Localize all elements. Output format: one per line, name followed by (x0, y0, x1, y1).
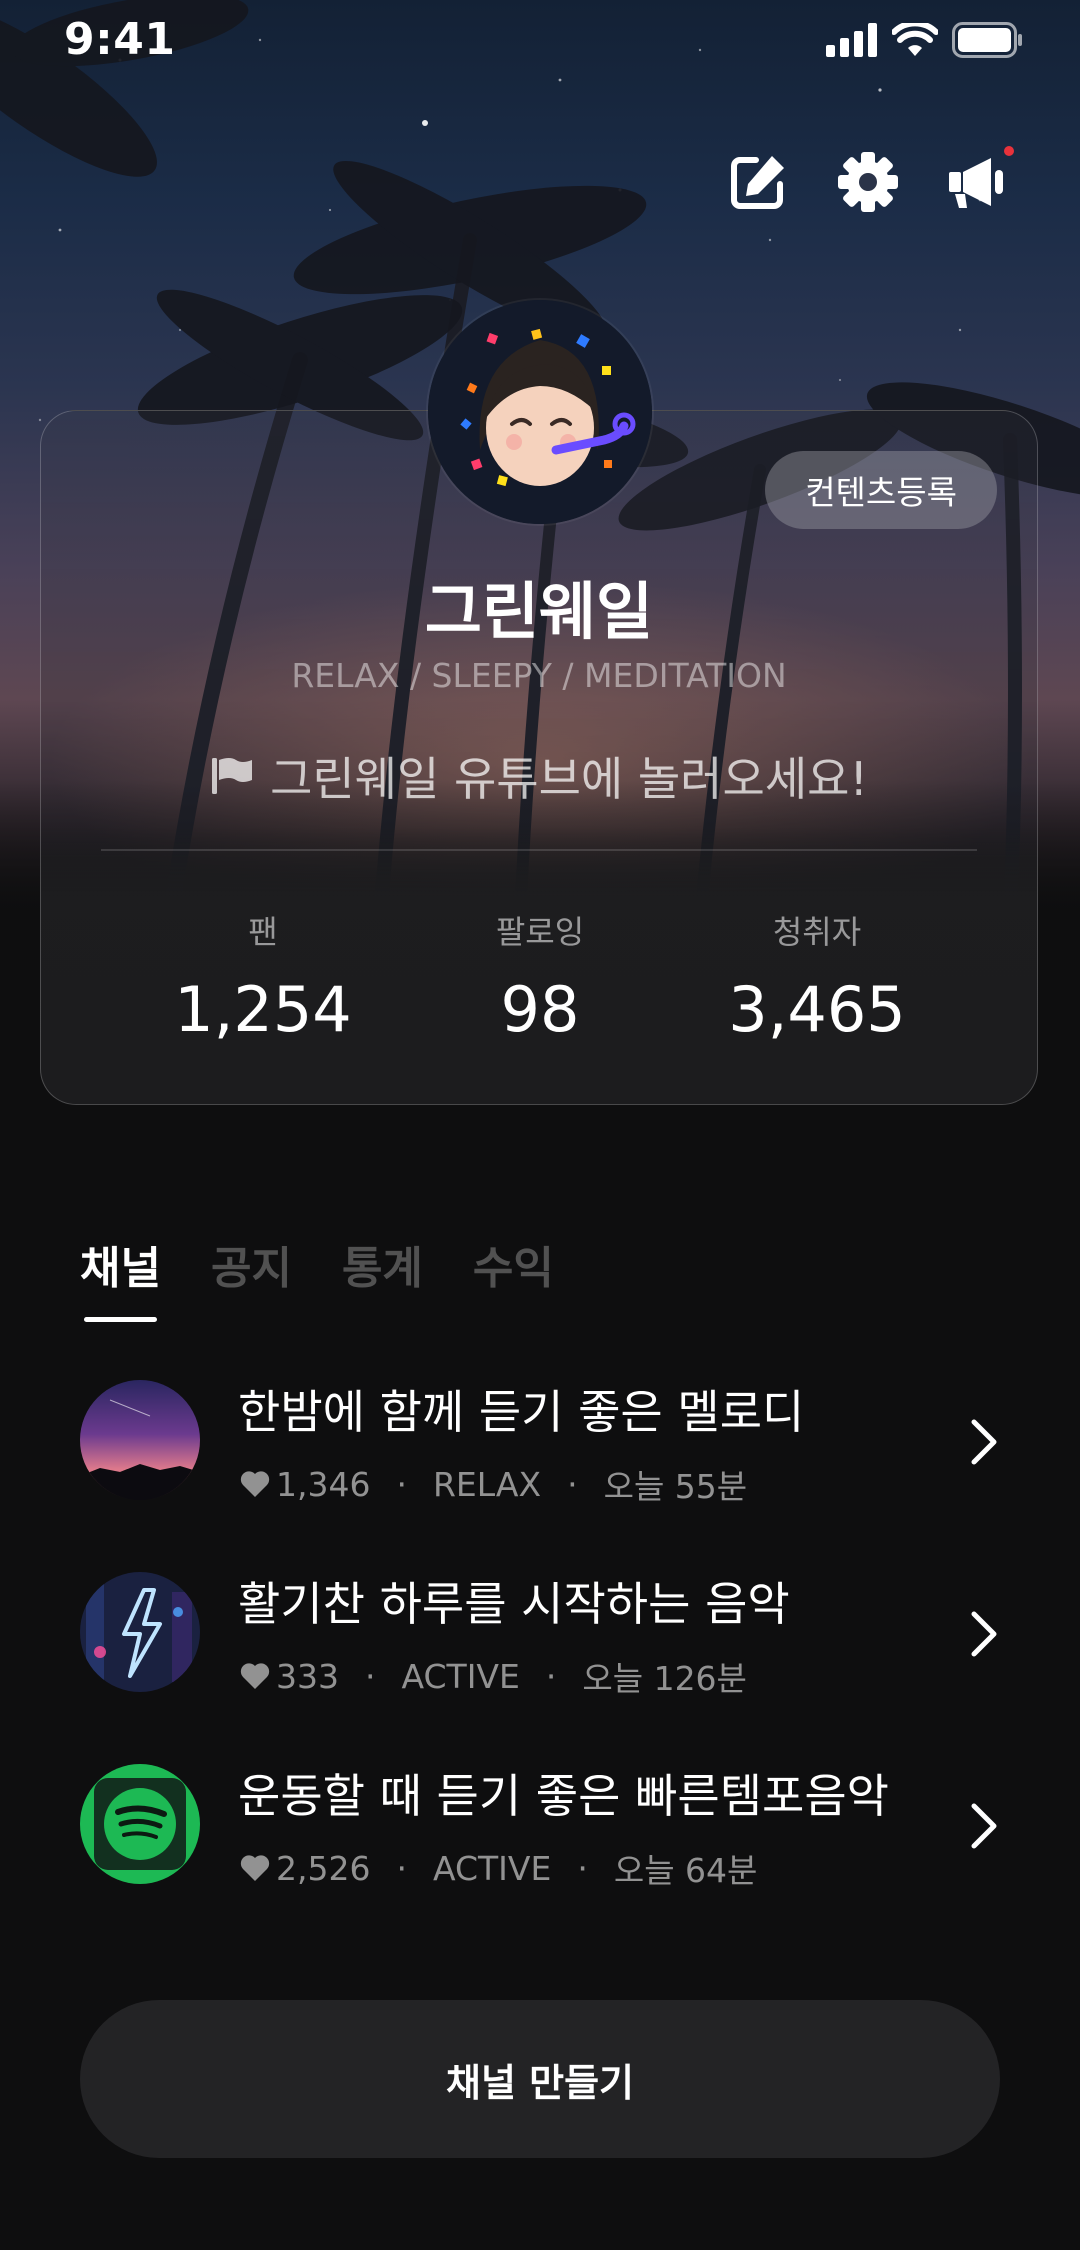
profile-name: 그린웨일 (424, 575, 654, 648)
stat-following[interactable]: 팔로잉 98 (390, 907, 690, 1046)
gear-icon (838, 152, 898, 212)
heart-icon (240, 1855, 270, 1881)
settings-button[interactable] (836, 150, 900, 214)
stat-label: 청취자 (772, 913, 862, 951)
channel-thumbnail (80, 1572, 200, 1692)
tab-statistics[interactable]: 통계 (342, 1232, 423, 1322)
channel-title: 활기찬 하루를 시작하는 음악 (238, 1577, 790, 1631)
wifi-icon (892, 23, 938, 56)
channel-meta: 1,346 · RELAX · 오늘 55분 (240, 1460, 747, 1508)
avatar[interactable] (428, 300, 652, 524)
announcement-button[interactable] (946, 146, 1014, 214)
channel-title: 한밤에 함께 듣기 좋은 멜로디 (238, 1385, 805, 1439)
likes-count: 1,346 (276, 1464, 371, 1504)
notice-text: 그린웨일 유튜브에 놀러오세요! (270, 752, 868, 806)
channel-category: ACTIVE (432, 1848, 552, 1888)
megaphone-icon (949, 158, 1003, 208)
content-tabs: 채널 공지 통계 수익 (80, 1232, 554, 1322)
channel-meta: 333 · ACTIVE · 오늘 126분 (240, 1652, 747, 1700)
cellular-signal-icon (826, 23, 877, 57)
flag-icon (212, 758, 253, 794)
stat-fans[interactable]: 팬 1,254 (113, 907, 413, 1046)
channel-list: 한밤에 함께 듣기 좋은 멜로디 1,346 · RELAX · 오늘 55분 … (0, 1380, 1080, 1956)
channel-meta: 2,526 · ACTIVE · 오늘 64분 (240, 1844, 757, 1892)
status-time: 9:41 (64, 14, 176, 65)
stat-value: 98 (500, 973, 580, 1046)
list-item[interactable]: 활기찬 하루를 시작하는 음악 333 · ACTIVE · 오늘 126분 (0, 1572, 1080, 1764)
create-channel-button[interactable]: 채널 만들기 (80, 2000, 1000, 2158)
memoji-avatar-image (428, 300, 652, 524)
chevron-right-icon (971, 1611, 997, 1657)
profile-tags: RELAX / SLEEPY / MEDITATION (291, 656, 787, 695)
card-divider (101, 849, 977, 851)
channel-title: 운동할 때 듣기 좋은 빠른템포음악 (238, 1769, 889, 1823)
stat-listeners[interactable]: 청취자 3,465 (667, 907, 967, 1046)
tab-channel[interactable]: 채널 (80, 1232, 161, 1322)
tab-notice[interactable]: 공지 (211, 1232, 292, 1322)
stat-value: 3,465 (728, 973, 906, 1046)
tab-revenue[interactable]: 수익 (473, 1232, 554, 1322)
channel-time: 오늘 55분 (603, 1467, 748, 1506)
battery-icon (952, 22, 1022, 58)
channel-category: RELAX (432, 1464, 542, 1504)
channel-thumbnail (80, 1380, 200, 1500)
stats-row: 팬 1,254 팔로잉 98 청취자 3,465 (41, 907, 1037, 1057)
heart-icon (240, 1471, 270, 1497)
chevron-right-icon (971, 1803, 997, 1849)
header-actions (726, 146, 1014, 214)
channel-thumbnail (80, 1764, 200, 1884)
register-content-button[interactable]: 컨텐츠등록 (765, 451, 997, 529)
stat-value: 1,254 (174, 973, 352, 1046)
list-item[interactable]: 운동할 때 듣기 좋은 빠른템포음악 2,526 · ACTIVE · 오늘 6… (0, 1764, 1080, 1956)
stat-label: 팬 (248, 913, 278, 951)
status-bar: 9:41 (0, 0, 1080, 90)
likes-count: 2,526 (276, 1848, 371, 1888)
channel-time: 오늘 126분 (582, 1659, 747, 1698)
list-item[interactable]: 한밤에 함께 듣기 좋은 멜로디 1,346 · RELAX · 오늘 55분 (0, 1380, 1080, 1572)
profile-notice: 그린웨일 유튜브에 놀러오세요! (41, 743, 1037, 809)
stat-label: 팔로잉 (495, 913, 585, 951)
edit-button[interactable] (726, 150, 790, 214)
channel-category: ACTIVE (401, 1656, 520, 1696)
edit-icon (731, 156, 784, 209)
chevron-right-icon (971, 1419, 997, 1465)
heart-icon (240, 1663, 270, 1689)
channel-time: 오늘 64분 (613, 1851, 758, 1890)
likes-count: 333 (276, 1656, 339, 1696)
notification-dot (1004, 146, 1014, 156)
